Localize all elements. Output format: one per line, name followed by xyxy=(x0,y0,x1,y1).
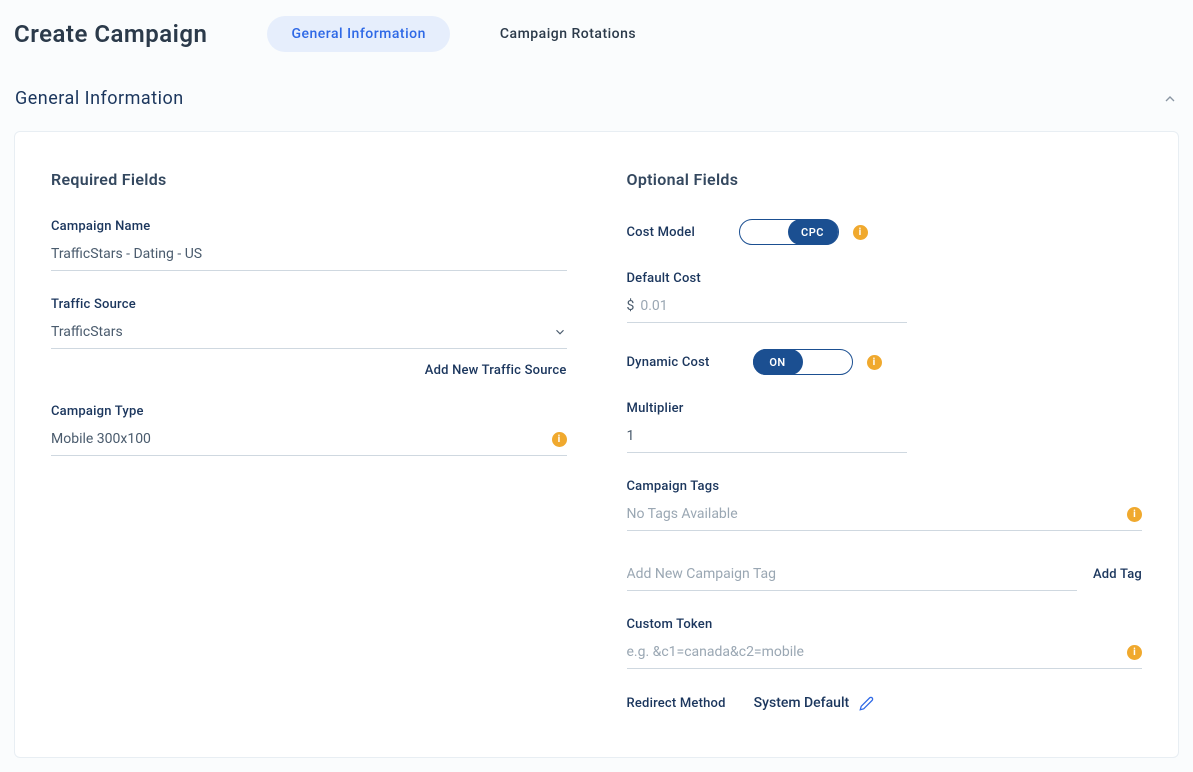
multiplier-input-wrap xyxy=(627,422,907,453)
redirect-method-label: Redirect Method xyxy=(627,696,726,711)
page-title: Create Campaign xyxy=(14,20,207,48)
redirect-method-value: System Default xyxy=(754,695,850,711)
custom-token-input-wrap: i xyxy=(627,638,1143,669)
info-icon[interactable]: i xyxy=(1127,507,1142,522)
info-icon[interactable]: i xyxy=(1127,645,1142,660)
campaign-name-field: Campaign Name xyxy=(51,219,567,271)
currency-symbol: $ xyxy=(627,298,635,314)
multiplier-input[interactable] xyxy=(627,428,907,444)
dynamic-cost-row: Dynamic Cost ON i xyxy=(627,349,1143,375)
campaign-tags-field: Campaign Tags No Tags Available i xyxy=(627,479,1143,531)
custom-token-input[interactable] xyxy=(627,644,1120,660)
info-icon[interactable]: i xyxy=(853,225,868,240)
optional-fields-column: Optional Fields Cost Model CPC i Default… xyxy=(627,170,1143,711)
campaign-tags-label: Campaign Tags xyxy=(627,479,1143,494)
default-cost-input[interactable] xyxy=(640,298,906,314)
custom-token-label: Custom Token xyxy=(627,617,1143,632)
header-row: Create Campaign General Information Camp… xyxy=(14,16,1179,52)
campaign-type-field: Campaign Type i xyxy=(51,404,567,456)
dynamic-cost-value: ON xyxy=(753,349,803,375)
multiplier-label: Multiplier xyxy=(627,401,907,416)
tab-bar: General Information Campaign Rotations xyxy=(267,16,660,52)
custom-token-field: Custom Token i xyxy=(627,617,1143,669)
cost-model-toggle[interactable]: CPC xyxy=(739,219,839,245)
edit-redirect-button[interactable] xyxy=(859,696,874,711)
add-tag-input[interactable] xyxy=(627,566,1077,582)
traffic-source-select[interactable]: TrafficStars xyxy=(51,318,567,349)
tab-general-information[interactable]: General Information xyxy=(267,16,449,52)
default-cost-field: Default Cost $ xyxy=(627,271,907,323)
redirect-method-row: Redirect Method System Default xyxy=(627,695,1143,711)
chevron-down-icon xyxy=(553,325,567,339)
campaign-tags-placeholder: No Tags Available xyxy=(627,506,1120,522)
campaign-type-label: Campaign Type xyxy=(51,404,567,419)
campaign-type-input-wrap: i xyxy=(51,425,567,456)
pencil-icon xyxy=(859,696,874,711)
traffic-source-label: Traffic Source xyxy=(51,297,567,312)
required-fields-title: Required Fields xyxy=(51,170,567,189)
optional-fields-title: Optional Fields xyxy=(627,170,1143,189)
info-icon[interactable]: i xyxy=(867,355,882,370)
dynamic-cost-toggle[interactable]: ON xyxy=(753,349,853,375)
add-tag-link[interactable]: Add Tag xyxy=(1093,567,1142,582)
info-icon[interactable]: i xyxy=(552,432,567,447)
add-tag-row: Add Tag xyxy=(627,557,1143,591)
campaign-type-input[interactable] xyxy=(51,431,544,447)
add-tag-input-wrap xyxy=(627,557,1077,591)
traffic-source-field: Traffic Source TrafficStars Add New Traf… xyxy=(51,297,567,378)
redirect-method-value-wrap: System Default xyxy=(754,695,875,711)
default-cost-label: Default Cost xyxy=(627,271,907,286)
campaign-name-input[interactable] xyxy=(51,246,567,262)
traffic-source-value: TrafficStars xyxy=(51,324,545,340)
cost-model-row: Cost Model CPC i xyxy=(627,219,1143,245)
campaign-name-input-wrap xyxy=(51,240,567,271)
dynamic-cost-label: Dynamic Cost xyxy=(627,355,739,370)
cost-model-value: CPC xyxy=(788,219,838,245)
cost-model-label: Cost Model xyxy=(627,225,725,240)
general-info-card: Required Fields Campaign Name Traffic So… xyxy=(14,131,1179,758)
collapse-toggle[interactable] xyxy=(1162,91,1178,107)
tab-campaign-rotations[interactable]: Campaign Rotations xyxy=(476,16,660,52)
campaign-tags-display: No Tags Available i xyxy=(627,500,1143,531)
multiplier-field: Multiplier xyxy=(627,401,907,453)
default-cost-input-wrap: $ xyxy=(627,292,907,323)
section-title: General Information xyxy=(15,88,184,109)
campaign-name-label: Campaign Name xyxy=(51,219,567,234)
add-traffic-source-link[interactable]: Add New Traffic Source xyxy=(425,363,567,378)
required-fields-column: Required Fields Campaign Name Traffic So… xyxy=(51,170,567,711)
section-header: General Information xyxy=(14,88,1179,109)
chevron-up-icon xyxy=(1162,91,1178,107)
